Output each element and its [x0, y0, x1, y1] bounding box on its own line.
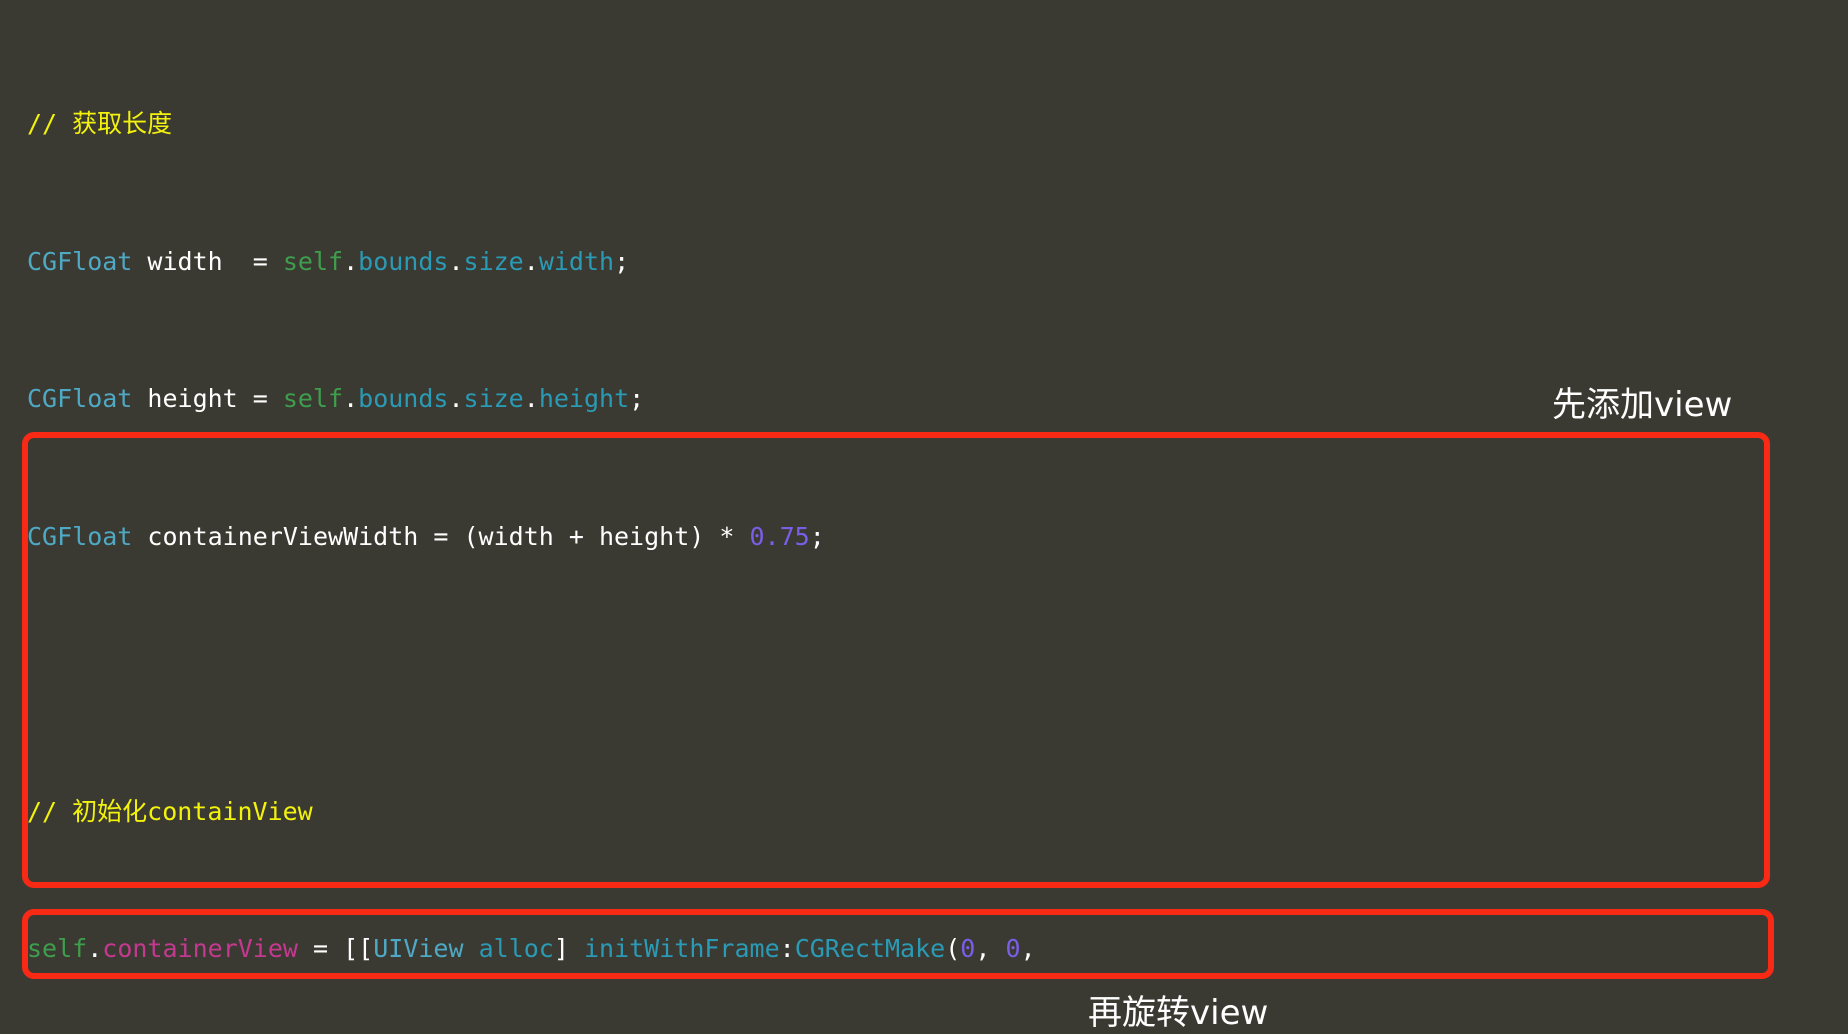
token-property: size — [463, 246, 524, 276]
token-number: 0.75 — [749, 521, 810, 551]
token-plain: ; — [629, 384, 645, 413]
token-type: CGFloat — [27, 521, 133, 551]
annotation-add-view: 先添加view — [1552, 385, 1733, 425]
code-comment: // 获取长度 — [27, 109, 173, 138]
code-line: self.containerView = [[UIView alloc] ini… — [0, 935, 1848, 963]
token-plain: = [[ — [297, 934, 374, 963]
token-plain: ] — [553, 934, 584, 963]
token-plain: ( — [945, 934, 961, 963]
token-number: 0 — [960, 934, 976, 963]
token-plain: ; — [809, 521, 825, 551]
token-method: initWithFrame — [583, 934, 780, 963]
code-block: // 获取长度 CGFloat width = self.bounds.size… — [0, 0, 1848, 1034]
code-line: CGFloat containerViewWidth = (width + he… — [0, 521, 1848, 551]
token-plain: . — [87, 934, 103, 963]
code-line: CGFloat width = self.bounds.size.width; — [0, 246, 1848, 276]
token-plain: containerViewWidth = (width + height) * — [132, 521, 750, 551]
token-method: CGRectMake — [794, 934, 946, 963]
token-property: width — [538, 246, 615, 276]
token-property: containerView — [102, 934, 298, 963]
code-comment: // 初始化containView — [27, 796, 313, 826]
code-line: // 获取长度 — [0, 110, 1848, 138]
token-plain: height = — [132, 384, 283, 413]
token-plain: ; — [614, 246, 630, 276]
token-plain: . — [448, 384, 464, 413]
token-plain: width = — [132, 246, 283, 276]
code-line: // 初始化containView — [0, 796, 1848, 826]
token-number: 0 — [1005, 934, 1021, 963]
token-plain: . — [523, 384, 539, 413]
token-plain: . — [343, 246, 359, 276]
token-type: CGFloat — [27, 384, 133, 413]
token-plain: , — [1020, 934, 1036, 963]
token-type: UIView — [373, 934, 464, 963]
token-type: CGFloat — [27, 246, 133, 276]
token-self: self — [282, 246, 344, 276]
token-plain: , — [975, 934, 1006, 963]
token-self: self — [282, 384, 344, 413]
token-plain: . — [343, 384, 359, 413]
token-plain: : — [779, 934, 795, 963]
token-self: self — [27, 934, 88, 963]
code-screenshot: // 获取长度 CGFloat width = self.bounds.size… — [0, 0, 1848, 1034]
token-property: bounds — [358, 246, 449, 276]
token-property: bounds — [358, 384, 449, 413]
token-plain: . — [523, 246, 539, 276]
token-property: size — [463, 384, 524, 413]
token-method: alloc — [478, 934, 554, 963]
token-plain: . — [448, 246, 464, 276]
token-property: height — [538, 384, 630, 413]
annotation-rotate-view: 再旋转view — [1088, 993, 1269, 1033]
